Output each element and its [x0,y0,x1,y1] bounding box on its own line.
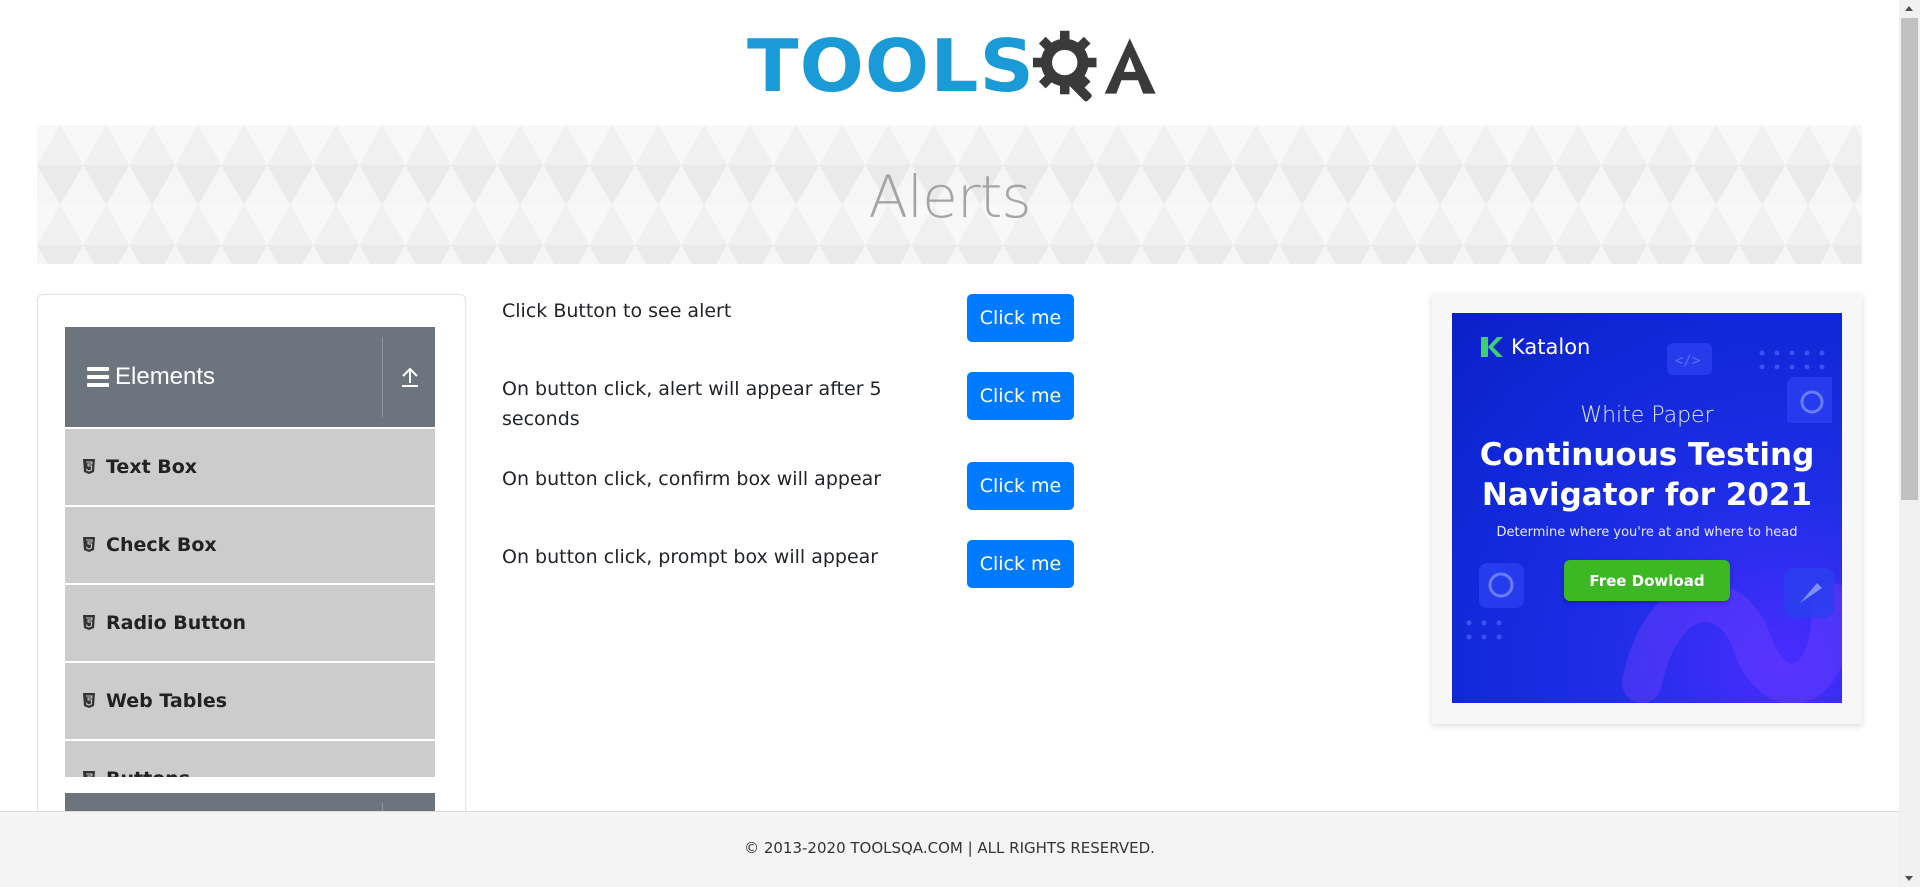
sidebar-item-radio-button[interactable]: Radio Button [65,583,435,661]
sidebar-item-label: Web Tables [106,690,228,712]
html5-icon [83,615,95,630]
prompt-button[interactable]: Click me [967,540,1074,588]
katalon-logo-icon [1481,337,1503,357]
upload-arrow-icon[interactable] [400,365,420,389]
logo-letter-a [1104,38,1156,94]
gear-icon [1033,30,1097,101]
sidebar-item-buttons[interactable]: Buttons [65,739,435,777]
sidebar-item-label: Radio Button [106,612,246,634]
scroll-down-arrow-icon[interactable] [1905,876,1913,881]
ad-decoration [1466,563,1524,640]
sidebar-item-check-box[interactable]: Check Box [65,505,435,583]
page-banner: Alerts [37,125,1862,264]
page-title: Alerts [868,163,1031,231]
sidebar-item-label: Buttons [106,768,190,777]
sidebar-menu-list: Text Box Check Box Radio Button Web Tabl… [65,427,435,777]
html5-icon [83,537,95,552]
sidebar-group-title: Elements [115,363,216,390]
scrollbar-thumb[interactable] [1901,18,1918,500]
ad-eyebrow: White Paper [1580,403,1714,428]
ad-headline: Continuous Testing Navigator for 2021 [1452,435,1842,515]
scroll-up-arrow-icon[interactable] [1905,6,1913,11]
ad-headline-line1: Continuous Testing [1479,437,1815,473]
logo-text-tools: TOOLS [747,24,1035,108]
group-header-divider [382,337,383,417]
html5-icon [83,693,95,708]
confirm-button[interactable]: Click me [967,462,1074,510]
toolsqa-logo[interactable]: TOOLS [747,16,1157,116]
svg-text:</>: </> [1675,353,1700,369]
timer-alert-button[interactable]: Click me [967,372,1074,420]
footer-copyright: © 2013-2020 TOOLSQA.COM | ALL RIGHTS RES… [744,838,1155,857]
alert-description: Click Button to see alert [502,300,732,322]
alert-button[interactable]: Click me [967,294,1074,342]
page-scrollbar[interactable] [1899,0,1920,887]
timer-alert-description: On button click, alert will appear after… [502,378,882,430]
header: TOOLS [0,0,1899,125]
footer: © 2013-2020 TOOLSQA.COM | ALL RIGHTS RES… [0,811,1899,887]
sidebar-item-text-box[interactable]: Text Box [65,427,435,505]
confirm-description: On button click, confirm box will appear [502,468,882,490]
ad-cta-button[interactable]: Free Dowload [1564,560,1730,601]
prompt-description: On button click, prompt box will appear [502,546,879,568]
html5-icon [83,459,95,474]
katalon-ad[interactable]: </> Katalon White Paper Continuous Testi… [1452,313,1842,703]
sidebar-item-label: Check Box [106,534,217,556]
ad-headline-line2: Navigator for 2021 [1481,477,1813,513]
html5-icon [83,771,95,777]
ad-subtext: Determine where you're at and where to h… [1496,525,1798,540]
katalon-brand: Katalon [1479,335,1590,359]
sidebar: Elements Text Box Check Box Radio Button… [37,294,466,834]
sidebar-item-web-tables[interactable]: Web Tables [65,661,435,739]
katalon-brand-name: Katalon [1511,335,1591,359]
hamburger-icon [87,367,109,387]
sidebar-item-label: Text Box [106,456,198,478]
sidebar-group-elements[interactable]: Elements [65,327,435,427]
